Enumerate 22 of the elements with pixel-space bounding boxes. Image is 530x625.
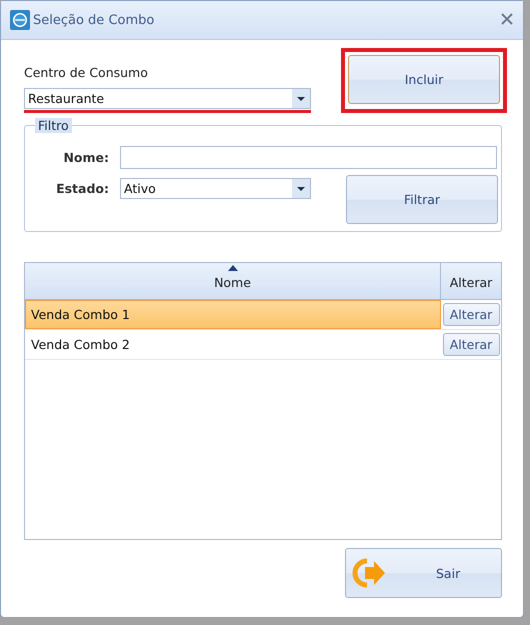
name-input[interactable] <box>120 146 497 169</box>
exit-arrow-icon <box>352 558 386 588</box>
group-title: Filtro <box>35 118 72 133</box>
incluir-button[interactable]: Incluir <box>348 55 500 104</box>
dropdown-arrow-icon <box>297 186 305 190</box>
consumo-dropdown[interactable]: Restaurante <box>24 88 311 109</box>
sort-arrow-icon <box>228 265 238 271</box>
field-label: Nome: <box>62 150 110 165</box>
state-dropdown[interactable]: Ativo <box>120 178 311 199</box>
app-logo-icon <box>10 10 30 30</box>
field-label: Centro de Consumo <box>24 65 148 80</box>
window-title: Seleção de Combo <box>33 12 156 28</box>
alterar-button[interactable]: Alterar <box>442 303 500 326</box>
dropdown-arrow-icon <box>297 96 305 100</box>
table-cell[interactable]: Venda Combo 2 <box>25 330 441 359</box>
column-header[interactable]: Alterar <box>441 263 501 299</box>
column-header[interactable]: Nome <box>25 263 441 299</box>
filter-button[interactable]: Filtrar <box>346 175 498 224</box>
table-cell[interactable]: Venda Combo 1 <box>25 300 441 329</box>
field-label: Estado: <box>55 181 110 196</box>
alterar-button[interactable]: Alterar <box>442 333 500 356</box>
exit-button[interactable]: Sair <box>345 548 502 598</box>
